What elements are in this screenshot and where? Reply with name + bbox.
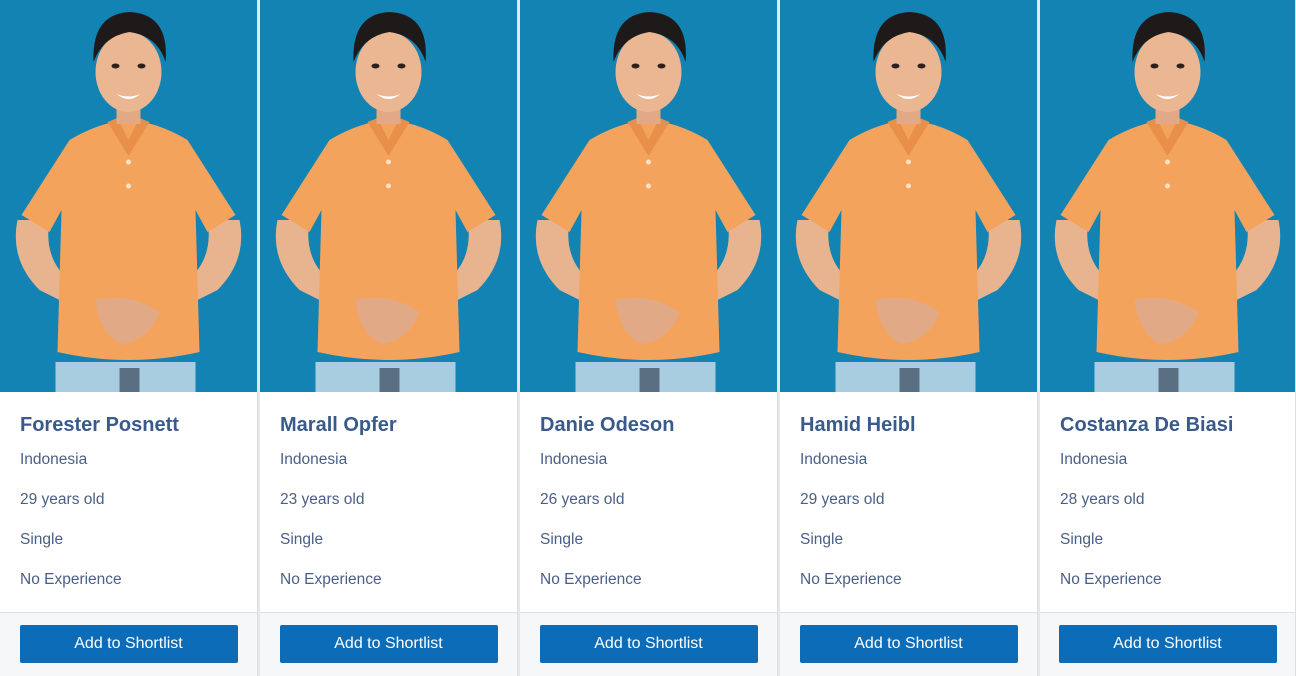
- candidate-marital-status: Single: [20, 531, 64, 548]
- candidate-experience: No Experience: [540, 571, 642, 588]
- candidate-info: Costanza De Biasi Indonesia 28 years old…: [1040, 392, 1295, 612]
- candidate-grid: Forester Posnett Indonesia 29 years old …: [0, 0, 1296, 676]
- add-to-shortlist-button[interactable]: Add to Shortlist: [279, 625, 498, 663]
- candidate-marital-status: Single: [540, 531, 584, 548]
- card-footer: Add to Shortlist: [520, 612, 777, 676]
- candidate-country: Indonesia: [800, 451, 868, 468]
- candidate-name[interactable]: Marall Opfer: [280, 413, 497, 437]
- candidate-marital-status: Single: [1060, 531, 1104, 548]
- add-to-shortlist-button[interactable]: Add to Shortlist: [1058, 625, 1277, 663]
- candidate-name[interactable]: Forester Posnett: [20, 413, 237, 437]
- candidate-photo[interactable]: [260, 0, 517, 392]
- candidate-info: Forester Posnett Indonesia 29 years old …: [0, 392, 257, 612]
- candidate-age: 29 years old: [800, 491, 885, 508]
- candidate-experience: No Experience: [1060, 571, 1162, 588]
- candidate-experience: No Experience: [280, 571, 382, 588]
- candidate-card[interactable]: Forester Posnett Indonesia 29 years old …: [0, 0, 258, 676]
- card-footer: Add to Shortlist: [0, 612, 257, 676]
- candidate-info: Hamid Heibl Indonesia 29 years old Singl…: [780, 392, 1037, 612]
- candidate-marital-status: Single: [280, 531, 324, 548]
- candidate-age: 29 years old: [20, 491, 105, 508]
- candidate-photo[interactable]: [520, 0, 777, 392]
- candidate-age: 28 years old: [1060, 491, 1145, 508]
- candidate-marital-status: Single: [800, 531, 844, 548]
- candidate-country: Indonesia: [20, 451, 88, 468]
- candidate-country: Indonesia: [540, 451, 608, 468]
- candidate-info: Danie Odeson Indonesia 26 years old Sing…: [520, 392, 777, 612]
- candidate-age: 26 years old: [540, 491, 625, 508]
- candidate-info: Marall Opfer Indonesia 23 years old Sing…: [260, 392, 517, 612]
- candidate-experience: No Experience: [800, 571, 902, 588]
- candidate-experience: No Experience: [20, 571, 122, 588]
- add-to-shortlist-button[interactable]: Add to Shortlist: [539, 625, 758, 663]
- candidate-photo[interactable]: [780, 0, 1037, 392]
- card-footer: Add to Shortlist: [260, 612, 517, 676]
- candidate-photo[interactable]: [1040, 0, 1295, 392]
- candidate-card[interactable]: Costanza De Biasi Indonesia 28 years old…: [1040, 0, 1296, 676]
- candidate-country: Indonesia: [1060, 451, 1128, 468]
- candidate-card[interactable]: Danie Odeson Indonesia 26 years old Sing…: [520, 0, 778, 676]
- candidate-card[interactable]: Marall Opfer Indonesia 23 years old Sing…: [260, 0, 518, 676]
- candidate-age: 23 years old: [280, 491, 365, 508]
- candidate-photo[interactable]: [0, 0, 257, 392]
- add-to-shortlist-button[interactable]: Add to Shortlist: [19, 625, 238, 663]
- candidate-country: Indonesia: [280, 451, 348, 468]
- card-footer: Add to Shortlist: [780, 612, 1037, 676]
- candidate-name[interactable]: Hamid Heibl: [800, 413, 1017, 437]
- add-to-shortlist-button[interactable]: Add to Shortlist: [799, 625, 1018, 663]
- candidate-card[interactable]: Hamid Heibl Indonesia 29 years old Singl…: [780, 0, 1038, 676]
- candidate-name[interactable]: Danie Odeson: [540, 413, 757, 437]
- candidate-name[interactable]: Costanza De Biasi: [1060, 413, 1275, 437]
- card-footer: Add to Shortlist: [1040, 612, 1295, 676]
